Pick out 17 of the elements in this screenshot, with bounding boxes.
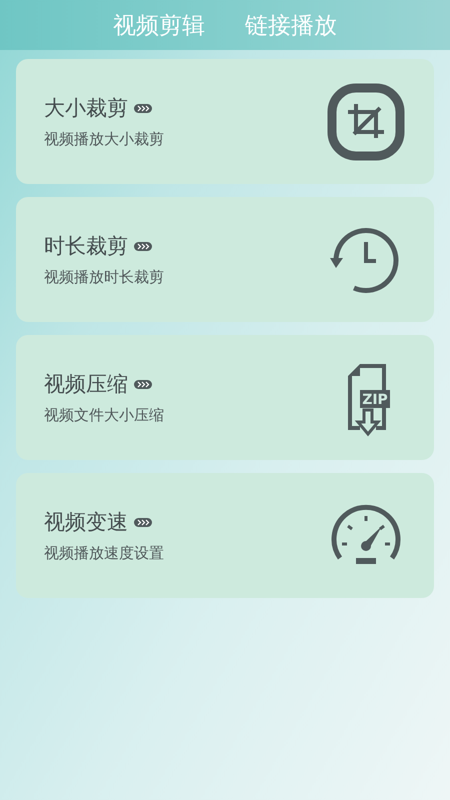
card-title: 视频变速	[44, 509, 128, 536]
card-subtitle: 视频播放大小裁剪	[44, 130, 164, 149]
feature-card[interactable]: 大小裁剪 视频播放大小裁剪	[16, 59, 434, 184]
chevrons-icon	[134, 104, 152, 112]
chevrons-icon	[134, 242, 152, 250]
card-subtitle: 视频文件大小压缩	[44, 406, 164, 425]
card-subtitle: 视频播放时长裁剪	[44, 268, 164, 287]
card-title: 时长裁剪	[44, 233, 128, 260]
feature-card[interactable]: 视频变速 视频播放速度设置	[16, 473, 434, 598]
feature-card[interactable]: 视频压缩 视频文件大小压缩 ZIP	[16, 335, 434, 460]
card-title: 大小裁剪	[44, 95, 128, 122]
chevrons-icon	[134, 380, 152, 388]
card-title: 视频压缩	[44, 371, 128, 398]
crop-icon	[326, 82, 406, 162]
chevrons-icon	[134, 518, 152, 526]
card-subtitle: 视频播放速度设置	[44, 544, 164, 563]
feature-card[interactable]: 时长裁剪 视频播放时长裁剪	[16, 197, 434, 322]
